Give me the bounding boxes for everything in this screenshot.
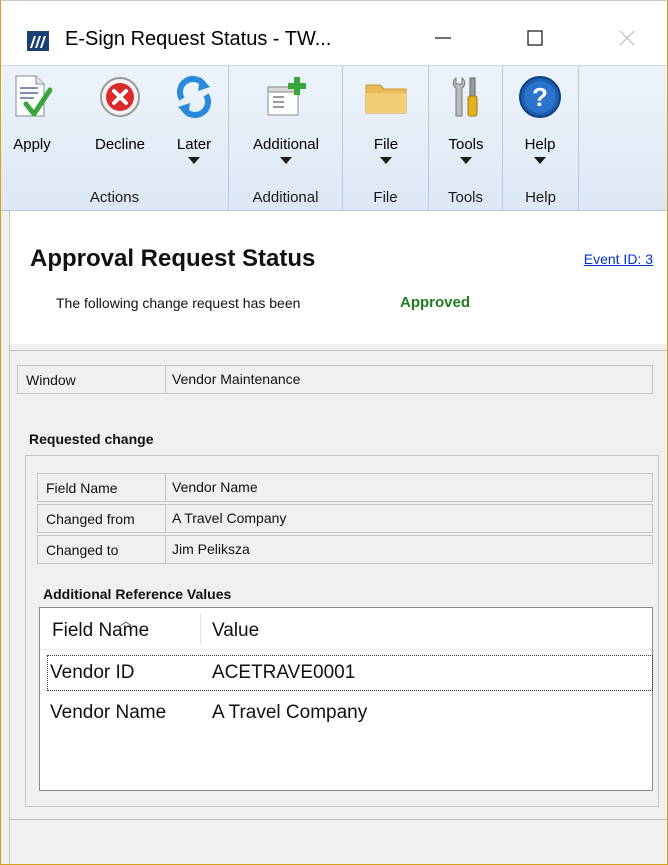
additional-add-window-icon xyxy=(241,72,331,122)
apply-button[interactable]: Apply xyxy=(9,72,55,153)
changed-from-value: A Travel Company xyxy=(165,504,653,533)
actions-group-caption: Actions xyxy=(89,189,140,206)
column-header-field-name[interactable]: ︿ Field Name xyxy=(52,614,150,642)
column-separator[interactable] xyxy=(200,614,201,644)
help-label: Help xyxy=(524,136,556,153)
later-dropdown-arrow-icon xyxy=(188,157,200,164)
status-message: The following change request has been xyxy=(56,295,301,311)
help-question-icon: ? xyxy=(517,72,563,122)
field-name-row: Field Name Vendor Name xyxy=(37,473,653,502)
window-field-label: Window xyxy=(17,365,165,394)
minimize-icon xyxy=(435,37,451,39)
app-logo-icon xyxy=(27,31,49,51)
reference-values-heading: Additional Reference Values xyxy=(43,586,232,602)
apply-label: Apply xyxy=(13,136,51,153)
folder-icon xyxy=(363,72,409,122)
ribbon-group-tools: Tools Tools xyxy=(429,66,503,212)
ribbon-group-additional: Additional Additional xyxy=(229,66,343,212)
close-icon xyxy=(619,30,635,46)
help-group-caption: Help xyxy=(525,189,556,206)
changed-from-row: Changed from A Travel Company xyxy=(37,504,653,533)
additional-button[interactable]: Additional xyxy=(241,72,331,164)
ribbon-toolbar: Apply Decline Later Actions Additional A… xyxy=(1,65,667,212)
field-name-value: Vendor Name xyxy=(165,473,653,502)
changed-from-label: Changed from xyxy=(37,504,165,533)
close-button[interactable] xyxy=(605,21,649,55)
tools-dropdown-arrow-icon xyxy=(460,157,472,164)
ribbon-group-help: ? Help Help xyxy=(503,66,579,212)
file-button[interactable]: File xyxy=(363,72,409,164)
field-name-label: Field Name xyxy=(37,473,165,502)
window-field-value: Vendor Maintenance xyxy=(165,365,653,394)
column-header-value[interactable]: Value xyxy=(212,620,259,642)
additional-group-caption: Additional xyxy=(252,189,319,206)
status-header-panel: Approval Request Status Event ID: 3 The … xyxy=(9,211,667,344)
bottom-divider xyxy=(9,819,667,820)
row-value-cell: A Travel Company xyxy=(212,702,368,723)
later-refresh-arrows-icon xyxy=(171,72,217,122)
requested-change-heading: Requested change xyxy=(29,431,154,447)
later-label: Later xyxy=(176,136,212,153)
title-bar[interactable]: E-Sign Request Status - TW... xyxy=(1,1,667,65)
row-value-cell: ACETRAVE0001 xyxy=(212,662,356,683)
window-title: E-Sign Request Status - TW... xyxy=(65,28,332,50)
tools-group-caption: Tools xyxy=(447,189,484,206)
tools-label: Tools xyxy=(448,136,484,153)
reference-values-grid[interactable]: ︿ Field Name Value Vendor ID ACETRAVE000… xyxy=(39,607,653,791)
event-id-link[interactable]: Event ID: 3 xyxy=(584,251,653,267)
file-label: File xyxy=(373,136,399,153)
ribbon-group-file: File File xyxy=(343,66,429,212)
changed-to-value: Jim Peliksza xyxy=(165,535,653,564)
help-dropdown-arrow-icon xyxy=(534,157,546,164)
status-approved-value: Approved xyxy=(400,294,471,311)
row-field-cell: Vendor ID xyxy=(50,662,135,683)
file-group-caption: File xyxy=(373,189,398,206)
table-row[interactable]: Vendor Name A Travel Company xyxy=(48,696,652,730)
top-divider xyxy=(10,350,667,351)
tools-button[interactable]: Tools xyxy=(443,72,489,164)
window-field-row: Window Vendor Maintenance xyxy=(17,365,653,394)
later-button[interactable]: Later xyxy=(171,72,217,164)
additional-dropdown-arrow-icon xyxy=(280,157,292,164)
page-title: Approval Request Status xyxy=(30,245,316,272)
file-dropdown-arrow-icon xyxy=(380,157,392,164)
minimize-button[interactable] xyxy=(421,21,465,55)
decline-x-icon xyxy=(89,72,151,122)
help-button[interactable]: ? Help xyxy=(517,72,563,164)
apply-document-check-icon xyxy=(9,72,55,122)
grid-header: ︿ Field Name Value xyxy=(40,608,652,650)
sort-ascending-icon: ︿ xyxy=(120,614,133,628)
decline-button[interactable]: Decline xyxy=(89,72,151,153)
changed-to-row: Changed to Jim Peliksza xyxy=(37,535,653,564)
esign-request-status-window: E-Sign Request Status - TW... Apply Decl… xyxy=(0,0,668,865)
ribbon-group-actions: Apply Decline Later Actions xyxy=(1,66,229,212)
changed-to-label: Changed to xyxy=(37,535,165,564)
tools-icon xyxy=(443,72,489,122)
table-row[interactable]: Vendor ID ACETRAVE0001 xyxy=(47,655,653,691)
row-field-cell: Vendor Name xyxy=(50,702,167,723)
maximize-icon xyxy=(527,30,543,46)
additional-label: Additional xyxy=(253,136,319,153)
maximize-button[interactable] xyxy=(513,21,557,55)
svg-text:?: ? xyxy=(532,82,548,112)
column-header-field-name-label: Field Name xyxy=(52,620,150,641)
decline-label: Decline xyxy=(94,136,146,153)
